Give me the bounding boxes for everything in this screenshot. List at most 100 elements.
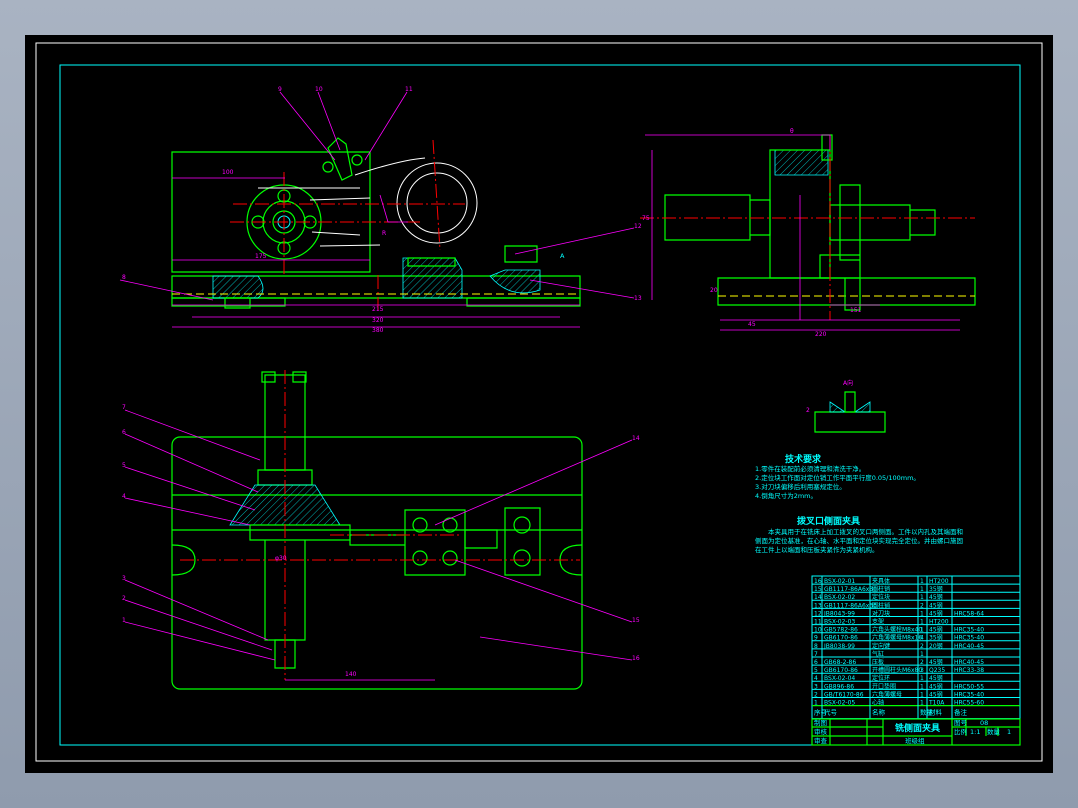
dim-220: 220 [815,331,827,338]
parts-cell: HT200 [929,619,949,626]
parts-cell: 6 [814,659,818,666]
parts-cell: 六角头螺栓M8x40 [872,626,922,634]
parts-cell: 1 [920,683,924,690]
parts-cell: 35钢 [929,585,943,593]
description-line: 侧面为定位基准，在心轴、水平面和定位块实现完全定位。并由螺口施固 [755,536,963,545]
tech-item: 4.倒角尺寸为2mm。 [755,491,817,500]
parts-cell: BSX-02-01 [824,578,855,585]
parts-cell: 1 [920,619,924,626]
parts-cell: 45钢 [929,690,943,698]
dim-215: 215 [372,306,384,313]
dim-20: 20 [710,287,718,294]
balloon-15: 15 [632,617,640,624]
parts-cell: 定位块 [872,593,890,601]
parts-cell: HRC50-55 [954,683,984,690]
dim-320: 320 [372,317,384,324]
dim-45: 45 [748,321,756,328]
balloon-10: 10 [315,86,323,93]
tech-item: 3.对刀块偏移后利用塞规定位。 [755,482,846,491]
parts-cell: HRC55-60 [954,700,984,707]
parts-cell: GB6170-86 [824,635,858,642]
parts-list: 16 BSX-02-01 夹具体 1 HT20015 GB1117-86A6x30圆柱销 1… [811,575,1021,720]
parts-cell: GB6170-86 [824,667,858,674]
number-label: 图号 [954,719,968,727]
parts-cell: 开口垫圈 [872,682,896,690]
parts-cell: BSX-02-04 [824,675,855,682]
detail-a-view: A向 2 [806,379,886,433]
detail-dim: 2 [806,407,810,414]
outer-frame [35,42,1043,762]
parts-cell: 1 [920,586,924,593]
parts-cell: 定向键 [872,642,890,650]
balloon-12: 12 [634,223,642,230]
parts-cell: 压板 [872,658,884,666]
parts-header: 名称 [872,708,886,717]
parts-cell: 1 [920,578,924,585]
parts-cell: 11 [814,619,822,626]
parts-header: 材料 [929,708,943,717]
side-view: θ 151 45 220 75 20 [640,128,976,338]
parts-cell: BSX-02-05 [824,700,855,707]
balloon-7: 7 [122,404,126,411]
drawing-title: 铣侧面夹具 [895,722,940,734]
parts-cell: 1 [920,700,924,707]
parts-cell: 2 [920,643,924,650]
quantity-label: 数量 [987,727,1001,736]
parts-cell: 圆柱销 [872,585,890,593]
parts-cell: 45钢 [929,682,943,690]
balloon-4: 4 [122,493,126,500]
parts-cell: 1 [920,675,924,682]
balloon-8: 8 [122,274,126,281]
balloon-5: 5 [122,462,126,469]
parts-cell: 1 [920,627,924,634]
dim-phi30: φ30 [275,555,287,562]
top-view: 7 6 5 4 3 2 1 14 15 16 140 φ30 [122,370,640,690]
parts-cell: 对刀块 [872,609,890,617]
parts-cell: 2 [814,691,818,698]
parts-cell: HRC40-45 [954,643,984,650]
parts-cell: 定位环 [872,674,890,682]
fixture-description: 拨叉口侧面夹具 本夹具用于在铣床上加工拨叉的叉口两侧面。工件以内孔及其端面和 侧… [755,515,963,554]
parts-cell: 7 [814,651,818,658]
parts-cell: 20钢 [929,642,943,650]
parts-cell: HRC58-64 [954,610,984,617]
parts-cell: HRC35-40 [954,635,984,642]
parts-cell: 3 [920,667,924,674]
parts-cell: HRC40-45 [954,659,984,666]
parts-cell: HT200 [929,578,949,585]
parts-cell: 支架 [872,618,884,626]
parts-cell: 45钢 [929,593,943,601]
dim-r: R [382,230,386,237]
scale-value: 1:1 [970,728,980,736]
dim-side-top: θ [790,128,794,135]
parts-cell: 气缸 [872,650,884,658]
designed-label: 制图 [814,718,827,727]
parts-cell: 45钢 [929,626,943,634]
quantity-value: 1 [1007,728,1011,736]
balloon-9: 9 [278,86,282,93]
parts-cell: HRC33-38 [954,667,984,674]
balloon-2: 2 [122,595,126,602]
parts-cell: 45钢 [929,609,943,617]
balloon-3: 3 [122,575,126,582]
tech-title: 技术要求 [785,453,822,465]
title-block: 制图 审核 审查 铣侧面夹具 班级组 图号 08 比例 1:1 数量 1 [811,718,1021,746]
parts-cell: 8 [814,643,818,650]
parts-header: 备注 [954,708,968,717]
parts-cell: 45钢 [929,674,943,682]
dim-75: 75 [642,215,650,222]
dim-140: 140 [345,671,357,678]
description-title: 拨叉口侧面夹具 [797,515,860,527]
tech-requirements: 技术要求 1.零件在装配前必须清理和清洗干净。 2.定位块工作面对定位销工作平面… [755,453,920,500]
balloon-1: 1 [122,617,126,624]
parts-cell: 夹具体 [872,577,890,585]
parts-cell: 9 [814,635,818,642]
parts-cell: 5 [814,667,818,674]
parts-cell: BSX-02-03 [824,619,855,626]
parts-cell: 六角薄螺母M8x16 [872,634,922,642]
parts-cell: 1 [814,700,818,707]
parts-cell: 3 [814,683,818,690]
drawing-sheet: 9 10 11 12 13 8 100 175 R 215 320 380 A … [25,35,1053,773]
dim-175: 175 [255,253,267,260]
parts-cell: 15 [814,586,822,593]
